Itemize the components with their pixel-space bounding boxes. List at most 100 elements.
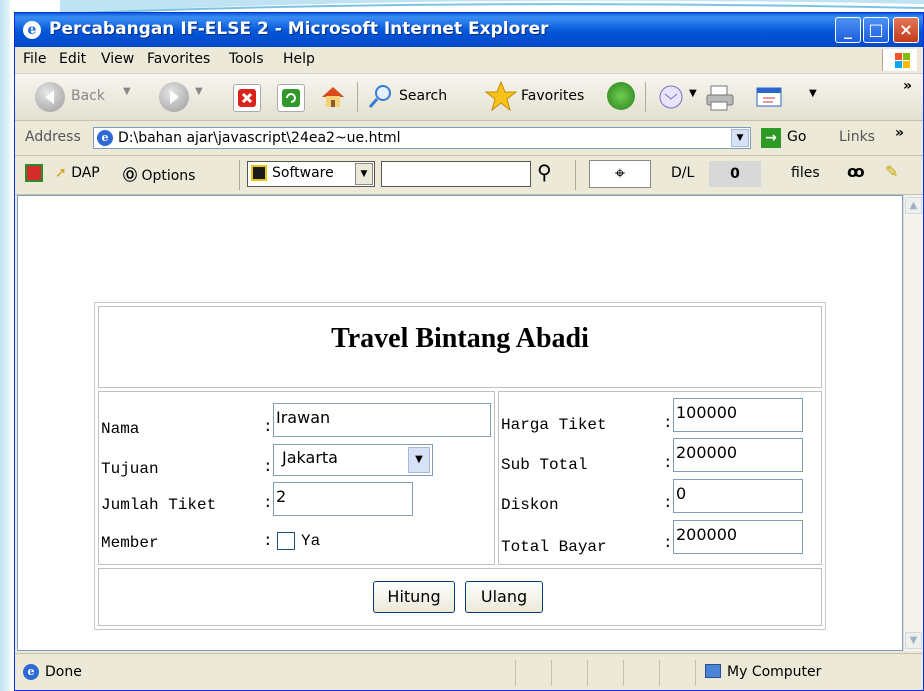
favorites-button[interactable]: Favorites — [485, 80, 605, 112]
status-divider — [695, 660, 696, 686]
options-icon: Ⓞ — [123, 168, 137, 184]
form-heading: Travel Bintang Abadi — [331, 323, 589, 354]
total-bayar-label: Total Bayar — [501, 538, 607, 556]
dap-arrow-icon: ➚ — [55, 165, 67, 181]
highlighter-icon[interactable]: ✎ — [885, 162, 898, 181]
links-chevron[interactable]: » — [895, 125, 904, 141]
links-label[interactable]: Links — [839, 129, 875, 145]
target-icon[interactable]: ⌖ — [589, 160, 651, 188]
status-divider — [515, 660, 516, 686]
search-button[interactable]: Search — [367, 82, 477, 112]
tujuan-select[interactable]: Jakarta ▼ — [273, 444, 433, 476]
dl-label: D/L — [671, 165, 695, 181]
files-label: files — [791, 165, 820, 181]
minimize-button[interactable]: _ — [835, 17, 861, 43]
form-header-cell: Travel Bintang Abadi — [98, 306, 822, 388]
search-label: Search — [399, 88, 448, 104]
search-icon — [368, 85, 391, 108]
menu-view[interactable]: View — [101, 51, 134, 67]
nama-colon: : — [263, 418, 273, 436]
status-divider — [659, 660, 660, 686]
form-left-cell: Nama : Irawan Tujuan : Jakarta ▼ Jumlah … — [98, 391, 495, 565]
security-zone: My Computer — [727, 664, 822, 680]
window-title: Percabangan IF-ELSE 2 - Microsoft Intern… — [49, 19, 549, 39]
menu-favorites[interactable]: Favorites — [147, 51, 210, 67]
member-checkbox[interactable] — [277, 532, 295, 550]
software-dropdown-icon: ▼ — [355, 163, 373, 185]
back-label: Back — [71, 88, 105, 104]
print-button[interactable] — [705, 84, 734, 111]
options-label: Options — [141, 168, 196, 184]
dap-button[interactable]: ➚ DAP — [55, 165, 100, 181]
tujuan-colon: : — [263, 458, 273, 476]
dl-count: 0 — [709, 161, 761, 187]
form-right-cell: Harga Tiket : 100000 Sub Total : 200000 … — [498, 391, 822, 565]
star-icon — [485, 80, 517, 112]
total-bayar-input[interactable]: 200000 — [673, 520, 803, 554]
binoculars-icon[interactable]: ꝏ — [847, 162, 865, 181]
stop-button[interactable] — [233, 84, 261, 112]
go-label: Go — [787, 129, 807, 145]
options-button[interactable]: Ⓞ Options — [123, 165, 195, 185]
scroll-up-arrow-icon[interactable]: ▲ — [905, 197, 922, 214]
favorites-label: Favorites — [521, 88, 585, 104]
edit-dropdown-icon[interactable]: ▼ — [809, 88, 817, 99]
slide-left-border — [0, 0, 10, 691]
windows-logo-icon — [882, 49, 917, 71]
toolbar-chevron[interactable]: » — [903, 78, 912, 94]
diskon-input[interactable]: 0 — [673, 479, 803, 513]
sub-total-label: Sub Total — [501, 456, 588, 474]
vertical-scrollbar[interactable]: ▲ ▼ — [903, 195, 923, 651]
travel-form: Travel Bintang Abadi Nama : Irawan Tujua… — [94, 302, 826, 630]
menu-edit[interactable]: Edit — [59, 51, 86, 67]
dap-label: DAP — [71, 165, 100, 181]
close-button[interactable]: × — [893, 17, 919, 43]
menu-tools[interactable]: Tools — [229, 51, 264, 67]
menu-help[interactable]: Help — [283, 51, 315, 67]
back-dropdown-icon: ▼ — [123, 86, 131, 97]
toolbar-separator — [239, 160, 240, 190]
status-divider — [551, 660, 552, 686]
diskon-label: Diskon — [501, 496, 559, 514]
page-status-icon: e — [23, 664, 39, 680]
status-divider — [623, 660, 624, 686]
jumlah-tiket-input[interactable]: 2 — [273, 482, 413, 516]
edit-button[interactable] — [755, 86, 782, 112]
harga-tiket-colon: : — [663, 414, 673, 432]
nama-input[interactable]: Irawan — [273, 403, 491, 437]
harga-tiket-input[interactable]: 100000 — [673, 398, 803, 432]
mail-button[interactable] — [657, 84, 683, 110]
forward-button[interactable] — [159, 82, 189, 112]
ulang-button[interactable]: Ulang — [465, 581, 543, 613]
address-bar: Address e D:\bahan ajar\javascript\24ea2… — [15, 121, 923, 156]
toolbar-separator — [575, 160, 576, 190]
go-button[interactable]: → Go — [759, 126, 807, 150]
menu-file[interactable]: File — [23, 51, 46, 67]
computer-icon — [705, 664, 721, 678]
back-button[interactable]: Back ▼ — [35, 82, 155, 112]
address-input[interactable]: e D:\bahan ajar\javascript\24ea2~ue.html… — [93, 127, 751, 149]
maximize-button[interactable]: □ — [863, 17, 889, 43]
mail-dropdown-icon[interactable]: ▼ — [689, 88, 697, 99]
address-dropdown-icon[interactable]: ▼ — [731, 129, 749, 147]
scroll-down-arrow-icon[interactable]: ▼ — [905, 632, 922, 649]
go-arrow-icon: → — [761, 128, 781, 148]
toolbar-search-input[interactable] — [381, 161, 531, 187]
software-value: Software — [272, 165, 334, 181]
status-divider — [587, 660, 588, 686]
home-button[interactable] — [319, 83, 345, 109]
history-button[interactable] — [607, 82, 635, 110]
refresh-button[interactable] — [277, 84, 305, 112]
diskon-colon: : — [663, 494, 673, 512]
toolbar-separator — [645, 82, 646, 112]
hitung-button[interactable]: Hitung — [373, 581, 455, 613]
sub-total-input[interactable]: 200000 — [673, 438, 803, 472]
forward-dropdown-icon[interactable]: ▼ — [195, 86, 203, 97]
tujuan-value: Jakarta — [282, 448, 338, 467]
magnifier-icon[interactable]: ⚲ — [537, 160, 552, 184]
gift-icon — [25, 164, 43, 182]
title-bar[interactable]: e Percabangan IF-ELSE 2 - Microsoft Inte… — [15, 13, 923, 47]
software-select[interactable]: Software ▼ — [247, 161, 375, 187]
status-text: Done — [45, 664, 82, 680]
member-option-label: Ya — [301, 532, 321, 550]
